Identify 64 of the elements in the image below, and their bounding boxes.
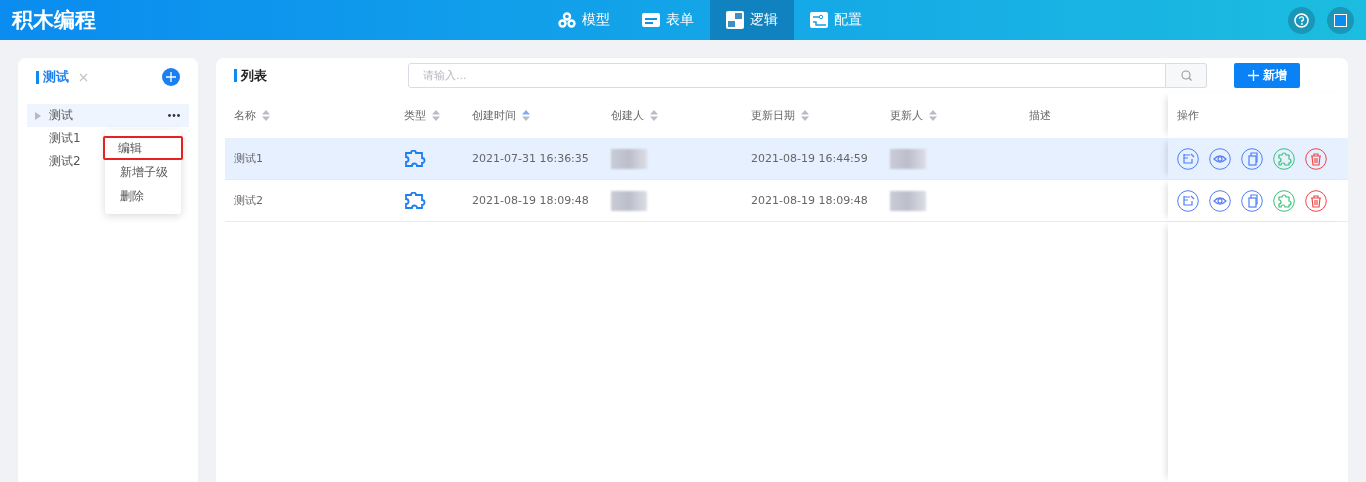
sort-icon[interactable]: [522, 110, 530, 121]
sort-icon[interactable]: [262, 110, 270, 121]
sort-icon[interactable]: [929, 110, 937, 121]
menu-item[interactable]: 编辑: [103, 136, 183, 160]
column-label: 更新日期: [751, 108, 795, 123]
edit-icon[interactable]: [1177, 189, 1199, 212]
add-button[interactable]: [162, 68, 180, 86]
column-label: 创建时间: [472, 108, 516, 123]
table-row[interactable]: 测试2 2021-08-19 18:09:48 2021-08-19 18:09:48: [225, 180, 1348, 222]
table-cell-text: 测试2: [233, 193, 264, 209]
square-icon: [1334, 13, 1347, 27]
list-title: 列表: [241, 66, 268, 85]
column-label: 操作: [1177, 108, 1199, 123]
puzzle-icon: [404, 149, 426, 168]
form-icon: [642, 13, 660, 27]
caret-icon[interactable]: [35, 111, 41, 120]
table-row[interactable]: 测试1 2021-07-31 16:36:35 2021-08-19 16:44:59: [225, 138, 1348, 180]
blurred-block: [611, 190, 647, 211]
copy-icon[interactable]: [1241, 189, 1263, 212]
more-icon[interactable]: [168, 114, 180, 117]
help-icon: [1294, 12, 1309, 28]
sort-icon[interactable]: [650, 110, 658, 121]
eye-icon[interactable]: [1209, 189, 1231, 212]
trash-icon[interactable]: [1305, 189, 1327, 212]
search-field[interactable]: 请输入...: [408, 63, 1166, 88]
sort-icon[interactable]: [432, 110, 440, 121]
tree-item[interactable]: 测试: [27, 104, 189, 127]
sort-icon[interactable]: [801, 110, 809, 121]
puzzle-icon: [404, 191, 426, 210]
sidebar-title: 测试: [43, 68, 69, 86]
column-label: 创建人: [611, 108, 644, 123]
search-icon: [1180, 70, 1192, 81]
plus-icon: [1247, 70, 1259, 81]
plus-icon: [166, 72, 176, 82]
edit-icon[interactable]: [1177, 147, 1199, 170]
puzzle-icon[interactable]: [1273, 189, 1295, 212]
column-label: 名称: [234, 108, 256, 123]
table-cell-text: 测试1: [233, 151, 264, 167]
help-button[interactable]: [1288, 6, 1315, 34]
search-button[interactable]: [1166, 63, 1207, 88]
table-cell-text: 2021-08-19 16:44:59: [750, 151, 869, 167]
column-label: 类型: [404, 108, 426, 123]
puzzle-icon[interactable]: [1273, 147, 1295, 170]
window-button[interactable]: [1327, 6, 1354, 34]
settings-icon: [810, 12, 828, 28]
column-label: 更新人: [890, 108, 923, 123]
eye-icon[interactable]: [1209, 147, 1231, 170]
copy-icon[interactable]: [1241, 147, 1263, 170]
blurred-block: [890, 190, 926, 211]
blocks-icon: [726, 11, 744, 29]
circles-icon: [558, 12, 576, 28]
close-icon[interactable]: [79, 72, 88, 82]
trash-icon[interactable]: [1305, 147, 1327, 170]
add-button[interactable]: 新增: [1234, 63, 1300, 88]
table-cell-text: 2021-08-19 18:09:48: [471, 193, 590, 209]
menu-item[interactable]: 新增子级: [105, 160, 183, 184]
table-cell-text: 2021-08-19 18:09:48: [750, 193, 869, 209]
blurred-block: [611, 148, 647, 169]
column-label: 描述: [1029, 108, 1051, 123]
blurred-block: [890, 148, 926, 169]
table-cell-text: 2021-07-31 16:36:35: [471, 151, 590, 167]
nav-tab[interactable]: 逻辑: [710, 0, 794, 40]
menu-item[interactable]: 删除: [105, 184, 183, 208]
app-title: 积木编程: [12, 7, 97, 34]
